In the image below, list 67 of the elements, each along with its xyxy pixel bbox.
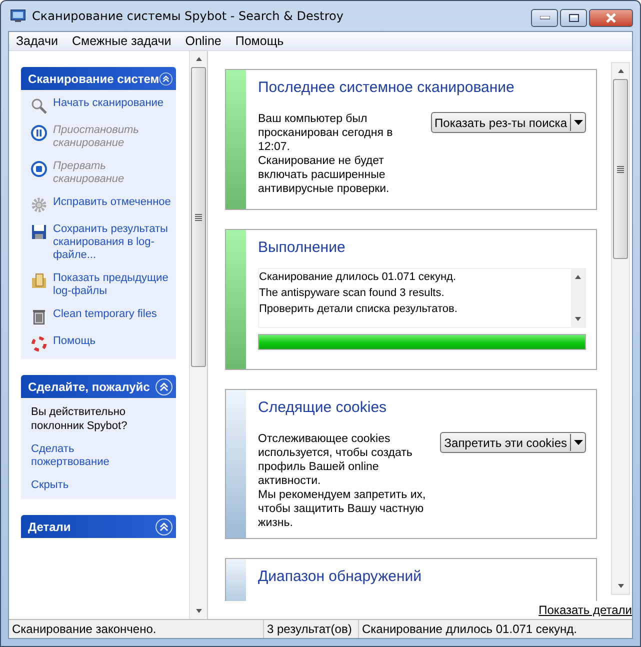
- panel-header[interactable]: Сканирование систем: [21, 67, 176, 90]
- task-link[interactable]: Скрыть: [31, 479, 151, 492]
- trash-can-icon: [31, 309, 47, 325]
- status-text: 3 результат(ов): [264, 620, 359, 638]
- maximize-button[interactable]: [560, 9, 587, 27]
- lifebuoy-icon: [31, 336, 47, 352]
- log-line: Сканирование длилось 01.071 секунд.: [259, 270, 458, 285]
- card-text: Мы рекомендуем запретить их, чтобы защитить Вашу частную жизнь.: [258, 488, 426, 530]
- gear-icon: [31, 197, 47, 213]
- task-link[interactable]: Исправить отмеченное: [53, 196, 173, 209]
- collapse-icon[interactable]: [155, 378, 173, 396]
- close-button[interactable]: [589, 9, 633, 27]
- status-text: Сканирование длилось 01.071 секунд.: [361, 621, 578, 638]
- folder-icon: [31, 273, 47, 289]
- pause-icon: [31, 125, 47, 141]
- menu-item[interactable]: Помощь: [228, 34, 291, 48]
- panel-header[interactable]: Детали: [21, 515, 176, 538]
- card-title: Выполнение: [258, 239, 346, 256]
- card-text: Отслеживающее cookies используется, чтобы создать профиль Вашей online активности.: [258, 432, 414, 488]
- collapse-icon[interactable]: [155, 518, 173, 536]
- close-icon: [605, 13, 617, 23]
- scroll-up-icon[interactable]: [196, 57, 202, 61]
- action-dropdown[interactable]: Показать рез-ты поиска: [430, 112, 586, 133]
- card-title: Диапазон обнаружений: [258, 568, 422, 585]
- log-line: The antispyware scan found 3 results.: [259, 286, 446, 301]
- status-text: Сканирование закончено.: [9, 620, 264, 638]
- panel-header[interactable]: Сделайте, пожалуйс: [21, 375, 176, 398]
- log-line: Проверить детали списка результатов.: [259, 302, 458, 317]
- panel-title: Сделайте, пожалуйс: [28, 380, 150, 394]
- task-link[interactable]: Сохранить результаты сканирования в log-файле...: [53, 223, 173, 262]
- caret-icon: [574, 440, 583, 445]
- scroll-up-icon[interactable]: [618, 69, 624, 73]
- stop-icon: [31, 161, 47, 177]
- caret-icon: [574, 120, 583, 125]
- menu-item[interactable]: Смежные задачи: [64, 34, 178, 48]
- scroll-up-icon[interactable]: [575, 275, 581, 279]
- task-link[interactable]: Сделать пожертвование: [31, 443, 151, 469]
- task-link[interactable]: Clean temporary files: [53, 308, 173, 321]
- card-text: Ваш компьютер был просканирован сегодня в 12:07.: [258, 112, 394, 154]
- window-title: Сканирование системы Spybot - Search & Destroy: [32, 9, 344, 23]
- scroll-down-icon[interactable]: [618, 584, 624, 588]
- scroll-down-icon[interactable]: [575, 317, 581, 321]
- panel-title: Детали: [28, 520, 71, 534]
- show-details-link[interactable]: Показать детали: [538, 603, 632, 617]
- card-text: Сканирование не будет включать расширенные антивирусные проверки.: [258, 154, 390, 196]
- scrollbar[interactable]: [571, 269, 585, 327]
- scroll-down-icon[interactable]: [196, 609, 202, 613]
- minimize-icon: [540, 16, 550, 20]
- minimize-button[interactable]: [531, 9, 558, 27]
- maximize-icon: [568, 14, 578, 22]
- collapse-icon[interactable]: [159, 70, 173, 88]
- task-link[interactable]: Показать предыдущие log-файлы: [53, 272, 173, 298]
- card-title: Последнее системное сканирование: [258, 79, 516, 96]
- task-link[interactable]: Помощь: [53, 335, 173, 348]
- scrollbar[interactable]: [611, 62, 630, 595]
- scrollbar-thumb[interactable]: [191, 67, 206, 367]
- scrollbar[interactable]: [189, 51, 207, 619]
- search-icon: [31, 98, 47, 114]
- menu-item[interactable]: Online: [178, 34, 228, 48]
- panel-text: Вы действительно поклонник Spybot?: [31, 405, 128, 433]
- card-title: Следящие cookies: [258, 399, 388, 416]
- menu-item[interactable]: Задачи: [9, 34, 65, 48]
- app-monitor-icon: [10, 8, 26, 24]
- action-dropdown[interactable]: Запретить эти cookies: [440, 432, 586, 453]
- scrollbar-thumb[interactable]: [613, 79, 628, 259]
- panel-title: Сканирование систем: [28, 72, 160, 86]
- task-link[interactable]: Начать сканирование: [53, 97, 173, 110]
